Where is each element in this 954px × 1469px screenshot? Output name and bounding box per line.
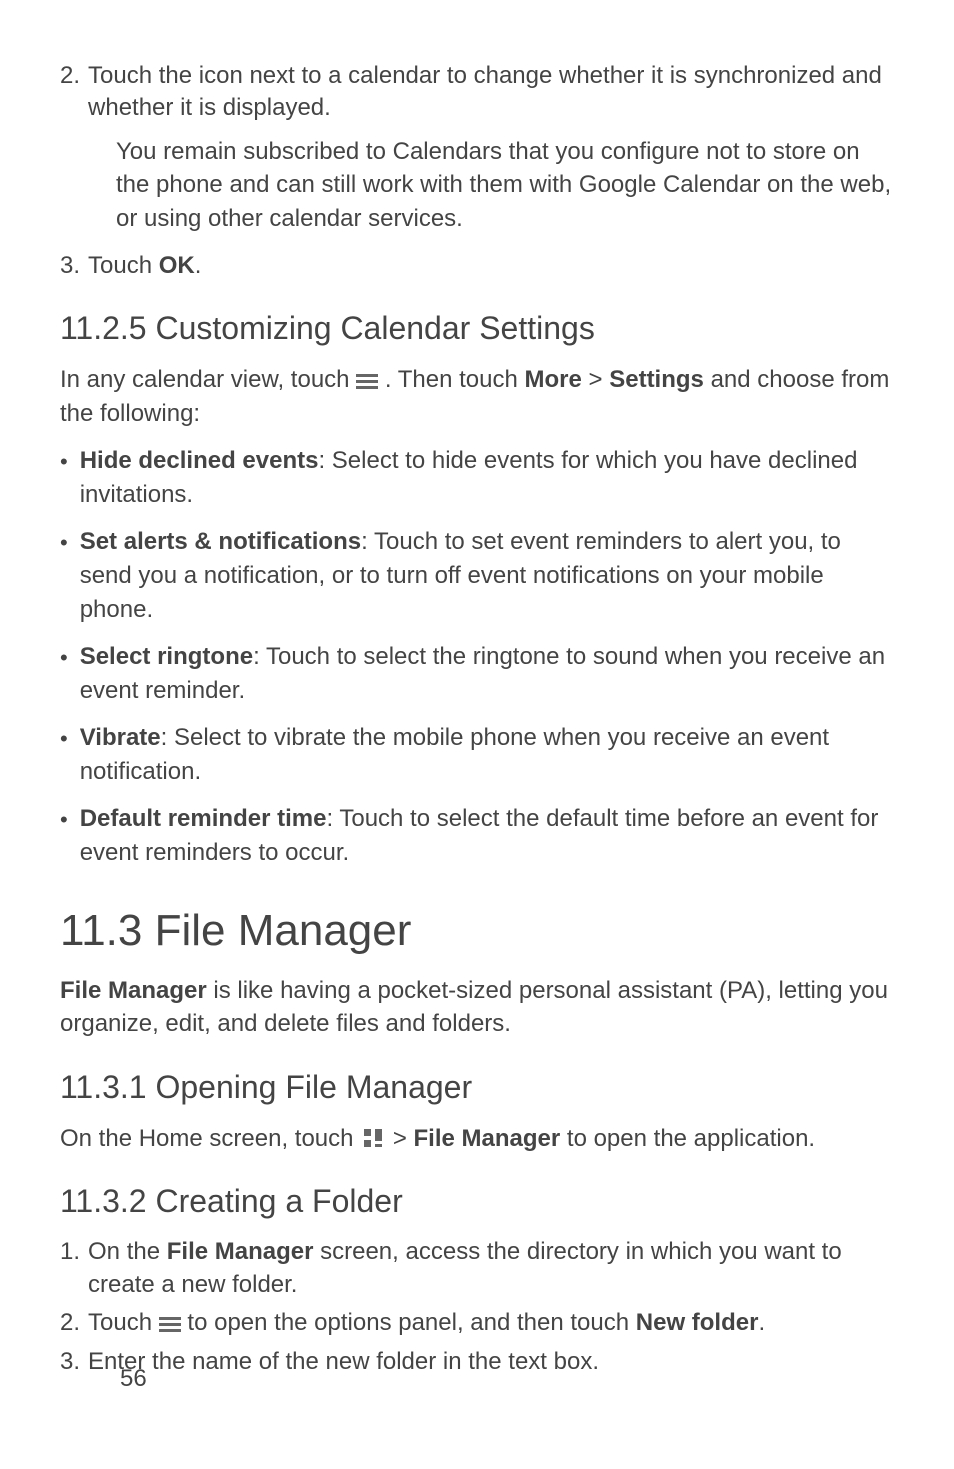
step-number: 2. <box>60 60 80 125</box>
step-number: 3. <box>60 1346 80 1378</box>
step-text: Touch to open the options panel, and the… <box>88 1307 894 1339</box>
step-number: 3. <box>60 250 80 282</box>
step-text: Touch the icon next to a calendar to cha… <box>88 60 894 125</box>
bold-text: OK <box>159 252 195 279</box>
paragraph: File Manager is like having a pocket-siz… <box>60 974 894 1041</box>
step-number: 2. <box>60 1307 80 1339</box>
text: to open the application. <box>560 1125 815 1152</box>
bold-text: More <box>525 366 582 393</box>
list-item: Set alerts & notifications: Touch to set… <box>60 525 894 626</box>
text: Enter the name of the new folder in the … <box>88 1348 599 1375</box>
apps-grid-icon <box>362 1127 384 1149</box>
list-item: Vibrate: Select to vibrate the mobile ph… <box>60 721 894 788</box>
bullet-list: Hide declined events: Select to hide eve… <box>60 444 894 870</box>
text: Touch <box>88 252 159 279</box>
text: . <box>195 252 202 279</box>
bold-text: Default reminder time <box>80 805 327 832</box>
bold-text: Hide declined events <box>80 447 319 474</box>
text: . <box>758 1309 765 1336</box>
menu-icon <box>159 1317 181 1333</box>
text: > <box>393 1125 414 1152</box>
step-text: On the File Manager screen, access the d… <box>88 1236 894 1301</box>
text: > <box>582 366 609 393</box>
bold-text: Set alerts & notifications <box>80 528 361 555</box>
paragraph: In any calendar view, touch . Then touch… <box>60 363 894 430</box>
bold-text: File Manager <box>167 1238 314 1265</box>
paragraph: On the Home screen, touch > File Manager… <box>60 1122 894 1156</box>
section-heading: 11.3.2 Creating a Folder <box>60 1183 894 1220</box>
menu-icon <box>356 374 378 390</box>
text: to open the options panel, and then touc… <box>187 1309 635 1336</box>
section-heading: 11.2.5 Customizing Calendar Settings <box>60 310 894 347</box>
ordered-step: 1. On the File Manager screen, access th… <box>60 1236 894 1301</box>
list-item: Select ringtone: Touch to select the rin… <box>60 640 894 707</box>
step-note: You remain subscribed to Calendars that … <box>116 135 894 236</box>
chapter-heading: 11.3 File Manager <box>60 906 894 956</box>
bold-text: Select ringtone <box>80 643 253 670</box>
section-heading: 11.3.1 Opening File Manager <box>60 1069 894 1106</box>
page-number: 56 <box>120 1365 147 1393</box>
ordered-step: 2. Touch to open the options panel, and … <box>60 1307 894 1339</box>
list-item: Default reminder time: Touch to select t… <box>60 802 894 869</box>
ordered-step: 3. Enter the name of the new folder in t… <box>60 1346 894 1378</box>
bold-text: Vibrate <box>80 724 161 751</box>
text: On the <box>88 1238 167 1265</box>
text: Touch <box>88 1309 159 1336</box>
ordered-step: 3. Touch OK. <box>60 250 894 282</box>
bold-text: File Manager <box>414 1125 561 1152</box>
bold-text: File Manager <box>60 977 207 1004</box>
text: On the Home screen, touch <box>60 1125 360 1152</box>
bold-text: Settings <box>609 366 704 393</box>
step-text: Touch OK. <box>88 250 894 282</box>
text: In any calendar view, touch <box>60 366 356 393</box>
step-text: Enter the name of the new folder in the … <box>88 1346 894 1378</box>
text: . Then touch <box>385 366 525 393</box>
list-item: Hide declined events: Select to hide eve… <box>60 444 894 511</box>
step-number: 1. <box>60 1236 80 1301</box>
ordered-step: 2. Touch the icon next to a calendar to … <box>60 60 894 125</box>
text: : Select to vibrate the mobile phone whe… <box>80 724 829 785</box>
bold-text: New folder <box>636 1309 759 1336</box>
